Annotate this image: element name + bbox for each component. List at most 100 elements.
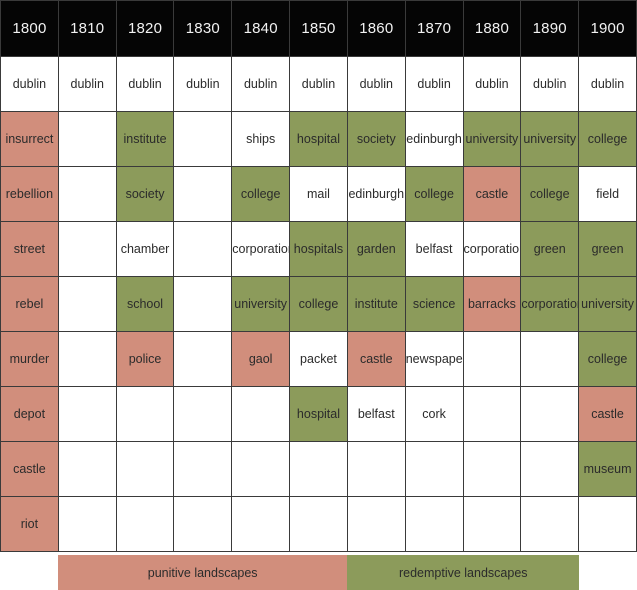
decade-header-1840: 1840 <box>231 0 291 57</box>
keyword-cell: university <box>462 111 522 167</box>
keyword-matrix-table: 1800 1810 1820 1830 1840 1850 1860 1870 1880 1890… <box>0 0 637 552</box>
empty-cell <box>173 166 233 222</box>
keyword-cell: college <box>520 166 580 222</box>
keyword-cell: institute <box>115 111 175 167</box>
decade-header-1870: 1870 <box>404 0 464 57</box>
keyword-cell: school <box>115 276 175 332</box>
keyword-cell: rebel <box>0 276 59 332</box>
keyword-cell: dublin <box>404 56 464 112</box>
keyword-cell: gaol <box>231 331 291 387</box>
keyword-cell: university <box>520 111 580 167</box>
keyword-cell: dublin <box>578 56 637 112</box>
legend-item-punitive: punitive landscapes <box>57 555 348 590</box>
table-row: street chamber corporation hospitals garden b… <box>0 221 637 277</box>
keyword-cell: castle <box>0 441 59 497</box>
empty-cell <box>520 496 580 552</box>
keyword-cell: hospital <box>289 386 348 442</box>
empty-cell <box>57 331 117 387</box>
empty-cell <box>289 441 348 497</box>
keyword-cell: castle <box>346 331 406 387</box>
decade-keyword-matrix: 1800 1810 1820 1830 1840 1850 1860 1870 1880 1890… <box>0 0 637 590</box>
keyword-cell: mail <box>289 166 348 222</box>
empty-cell <box>289 496 348 552</box>
empty-cell <box>57 221 117 277</box>
keyword-cell: corporation <box>231 221 291 277</box>
keyword-cell: college <box>231 166 291 222</box>
empty-cell <box>520 386 580 442</box>
keyword-cell: edinburgh <box>404 111 464 167</box>
decade-header-1890: 1890 <box>520 0 580 57</box>
keyword-cell: green <box>520 221 580 277</box>
keyword-cell: dublin <box>289 56 348 112</box>
keyword-cell: dublin <box>173 56 233 112</box>
keyword-cell: college <box>404 166 464 222</box>
empty-cell <box>404 496 464 552</box>
table-row: murder police gaol packet castle newspaper col… <box>0 331 637 387</box>
empty-cell <box>520 441 580 497</box>
keyword-cell: dublin <box>115 56 175 112</box>
empty-cell <box>115 386 175 442</box>
legend-spacer-right <box>579 555 637 590</box>
keyword-cell: insurrect <box>0 111 59 167</box>
legend-item-redemptive: redemptive landscapes <box>347 555 580 590</box>
keyword-cell: dublin <box>520 56 580 112</box>
keyword-cell: college <box>578 331 637 387</box>
keyword-cell: dublin <box>57 56 117 112</box>
empty-cell <box>231 386 291 442</box>
decade-header-1800: 1800 <box>0 0 59 57</box>
empty-cell <box>520 331 580 387</box>
keyword-cell: dublin <box>0 56 59 112</box>
empty-cell <box>57 111 117 167</box>
keyword-cell: packet <box>289 331 348 387</box>
legend: punitive landscapes redemptive landscape… <box>0 555 637 590</box>
empty-cell <box>462 386 522 442</box>
empty-cell <box>115 496 175 552</box>
keyword-cell: castle <box>462 166 522 222</box>
keyword-cell: science <box>404 276 464 332</box>
empty-cell <box>173 496 233 552</box>
empty-cell <box>462 441 522 497</box>
decade-header-1850: 1850 <box>289 0 348 57</box>
keyword-cell: dublin <box>462 56 522 112</box>
empty-cell <box>57 496 117 552</box>
decade-header-1860: 1860 <box>346 0 406 57</box>
keyword-cell: college <box>578 111 637 167</box>
empty-cell <box>462 331 522 387</box>
keyword-cell: university <box>578 276 637 332</box>
keyword-cell: institute <box>346 276 406 332</box>
empty-cell <box>173 441 233 497</box>
keyword-cell: riot <box>0 496 59 552</box>
empty-cell <box>57 441 117 497</box>
keyword-cell: dublin <box>231 56 291 112</box>
table-row: rebel school university college institute sci… <box>0 276 637 332</box>
keyword-cell: edinburgh <box>346 166 406 222</box>
keyword-cell: college <box>289 276 348 332</box>
keyword-cell: depot <box>0 386 59 442</box>
keyword-cell: cork <box>404 386 464 442</box>
keyword-cell: museum <box>578 441 637 497</box>
keyword-cell: society <box>346 111 406 167</box>
keyword-cell: green <box>578 221 637 277</box>
table-row: insurrect institute ships hospital society ed… <box>0 111 637 167</box>
table-row: depot hospital belfast cork castle <box>0 386 637 442</box>
keyword-cell: police <box>115 331 175 387</box>
empty-cell <box>57 166 117 222</box>
keyword-cell: castle <box>578 386 637 442</box>
keyword-cell: belfast <box>346 386 406 442</box>
keyword-cell: belfast <box>404 221 464 277</box>
legend-spacer-left <box>0 555 58 590</box>
empty-cell <box>173 221 233 277</box>
keyword-cell: corporation <box>520 276 580 332</box>
decade-header-1830: 1830 <box>173 0 233 57</box>
empty-cell <box>404 441 464 497</box>
decade-header-1900: 1900 <box>578 0 637 57</box>
table-row: rebellion society college mail edinburgh coll… <box>0 166 637 222</box>
empty-cell <box>173 276 233 332</box>
decade-header-1820: 1820 <box>115 0 175 57</box>
table-row: dublin dublin dublin dublin dublin dublin dubl… <box>0 56 637 112</box>
keyword-cell: newspaper <box>404 331 464 387</box>
empty-cell <box>578 496 637 552</box>
keyword-cell: society <box>115 166 175 222</box>
keyword-rows: dublin dublin dublin dublin dublin dublin dubl… <box>0 56 637 552</box>
empty-cell <box>346 496 406 552</box>
